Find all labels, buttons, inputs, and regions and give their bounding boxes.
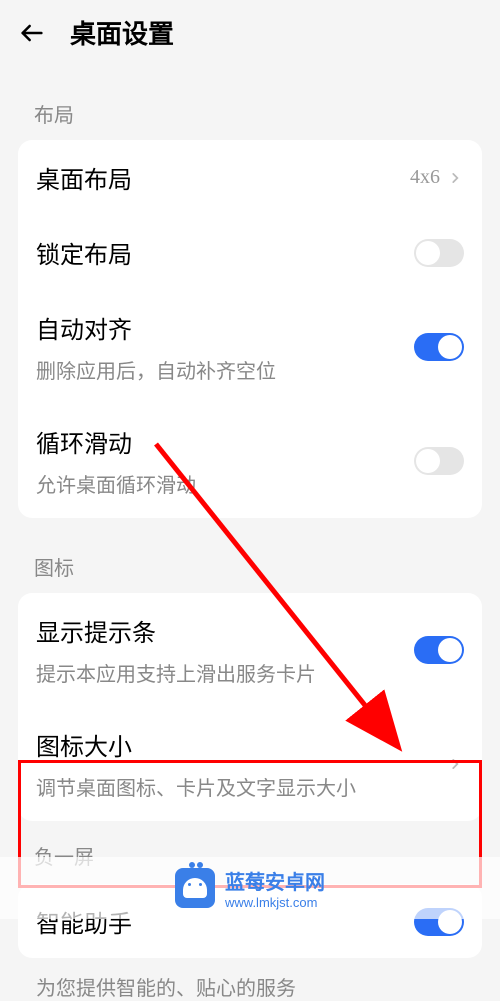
desktop-layout-row[interactable]: 桌面布局 4x6	[18, 140, 482, 215]
section-label-layout: 布局	[0, 99, 500, 128]
lock-layout-row: 锁定布局	[18, 215, 482, 290]
show-tip-sub: 提示本应用支持上滑出服务卡片	[36, 658, 414, 687]
loop-scroll-switch[interactable]	[414, 447, 464, 475]
icon-size-row[interactable]: 图标大小 调节桌面图标、卡片及文字显示大小	[18, 707, 482, 821]
loop-scroll-row: 循环滑动 允许桌面循环滑动	[18, 404, 482, 518]
watermark-logo-icon	[175, 868, 215, 908]
section-label-icons: 图标	[0, 552, 500, 581]
auto-align-sub: 删除应用后，自动补齐空位	[36, 355, 414, 384]
back-icon[interactable]	[16, 17, 48, 49]
watermark-url: www.lmkjst.com	[225, 895, 325, 910]
auto-align-switch[interactable]	[414, 333, 464, 361]
show-tip-row: 显示提示条 提示本应用支持上滑出服务卡片	[18, 593, 482, 707]
show-tip-switch[interactable]	[414, 636, 464, 664]
auto-align-title: 自动对齐	[36, 310, 414, 345]
page-title: 桌面设置	[70, 14, 174, 51]
loop-scroll-title: 循环滑动	[36, 424, 414, 459]
watermark: 蓝莓安卓网 www.lmkjst.com	[0, 857, 500, 919]
auto-align-row: 自动对齐 删除应用后，自动补齐空位	[18, 290, 482, 404]
icons-card: 显示提示条 提示本应用支持上滑出服务卡片 图标大小 调节桌面图标、卡片及文字显示…	[18, 593, 482, 821]
layout-card: 桌面布局 4x6 锁定布局 自动对齐 删除应用后，自动补齐空位 循环滑动 允许桌…	[18, 140, 482, 518]
chevron-right-icon	[446, 169, 464, 187]
desktop-layout-value: 4x6	[410, 166, 440, 189]
icon-size-sub: 调节桌面图标、卡片及文字显示大小	[36, 772, 446, 801]
watermark-title: 蓝莓安卓网	[225, 866, 325, 895]
desktop-layout-title: 桌面布局	[36, 160, 410, 195]
assistant-sub-partial: 为您提供智能的、贴心的服务	[0, 972, 500, 1001]
lock-layout-switch[interactable]	[414, 239, 464, 267]
lock-layout-title: 锁定布局	[36, 235, 414, 270]
loop-scroll-sub: 允许桌面循环滑动	[36, 469, 414, 498]
icon-size-title: 图标大小	[36, 727, 446, 762]
show-tip-title: 显示提示条	[36, 613, 414, 648]
chevron-right-icon	[446, 755, 464, 773]
